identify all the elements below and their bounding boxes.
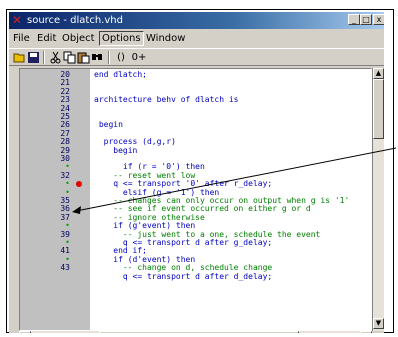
- close-button[interactable]: x: [373, 14, 384, 25]
- menu-file[interactable]: File: [13, 32, 30, 45]
- save-icon[interactable]: [27, 51, 40, 64]
- line-number: 43: [60, 263, 70, 273]
- code-editor[interactable]: 20 21 22 23 24 25 26 27 28 29 30 • 32 • • 35 36 37 • 39 • 41 •…: [19, 68, 372, 331]
- title-bar[interactable]: ✕ source - dlatch.vhd _ □ x: [9, 12, 384, 29]
- copy-icon[interactable]: [63, 51, 76, 64]
- code-line: if (g'event) then: [94, 221, 196, 231]
- vertical-scroll-thumb[interactable]: [373, 79, 384, 139]
- line-number-gutter[interactable]: 20 21 22 23 24 25 26 27 28 29 30 • 32 • • 35 36 37 • 39 • 41 •…: [20, 69, 90, 330]
- code-line: end dlatch;: [94, 70, 147, 79]
- scroll-right-button[interactable]: ▶: [360, 331, 372, 333]
- find-icon[interactable]: [91, 51, 104, 64]
- menu-window[interactable]: Window: [146, 32, 185, 45]
- code-area[interactable]: end dlatch; architecture behv of dlatch i…: [94, 69, 366, 330]
- menu-options[interactable]: Options: [99, 31, 144, 46]
- line-number: 39: [60, 229, 70, 239]
- source-window: ✕ source - dlatch.vhd _ □ x File Edit Ob…: [9, 12, 384, 333]
- line-number: •: [65, 179, 70, 189]
- line-number: 30: [60, 154, 70, 163]
- line-number: 32: [60, 170, 70, 180]
- line-number: •: [65, 221, 70, 231]
- toolbar-separator: [43, 51, 45, 64]
- breakpoint-marker[interactable]: [76, 181, 82, 188]
- maximize-button[interactable]: □: [360, 14, 372, 25]
- zero-plus-icon[interactable]: 0+: [131, 51, 147, 64]
- code-line: process (d,g,r): [94, 137, 176, 147]
- toolbar: () 0+: [9, 48, 384, 66]
- paste-icon[interactable]: [77, 51, 90, 64]
- cut-icon[interactable]: [49, 51, 62, 64]
- menu-object[interactable]: Object: [62, 32, 95, 45]
- code-line: q <= transport d after d_delay;: [94, 271, 273, 281]
- line-number: 41: [60, 246, 70, 256]
- app-icon: ✕: [12, 13, 23, 27]
- menu-bar: File Edit Object Options Window: [9, 30, 384, 47]
- scroll-down-button[interactable]: ▼: [373, 318, 384, 329]
- open-icon[interactable]: [13, 51, 26, 64]
- scroll-left-button[interactable]: ◀: [19, 331, 31, 333]
- parentheses-icon[interactable]: (): [113, 51, 129, 64]
- menu-edit[interactable]: Edit: [37, 32, 56, 45]
- window-title: source - dlatch.vhd: [27, 15, 123, 26]
- code-comment-line: -- change on d, schedule change: [94, 263, 273, 273]
- horizontal-scroll-thumb[interactable]: [99, 331, 299, 333]
- scroll-up-button[interactable]: ▲: [373, 68, 384, 79]
- code-line: begin: [94, 145, 138, 155]
- code-line: q <= transport '0' after r_delay;: [94, 179, 273, 189]
- minimize-button[interactable]: _: [348, 14, 360, 25]
- vertical-scrollbar[interactable]: ▲ ▼: [372, 68, 384, 331]
- code-line: begin: [94, 120, 123, 130]
- line-number: 37: [60, 212, 70, 222]
- toolbar-separator: [108, 51, 110, 64]
- line-number: 28: [60, 137, 70, 147]
- code-line: architecture behv of dlatch is: [94, 95, 239, 105]
- horizontal-scrollbar[interactable]: ◀ ▶: [19, 331, 372, 333]
- line-number: 23: [60, 95, 70, 105]
